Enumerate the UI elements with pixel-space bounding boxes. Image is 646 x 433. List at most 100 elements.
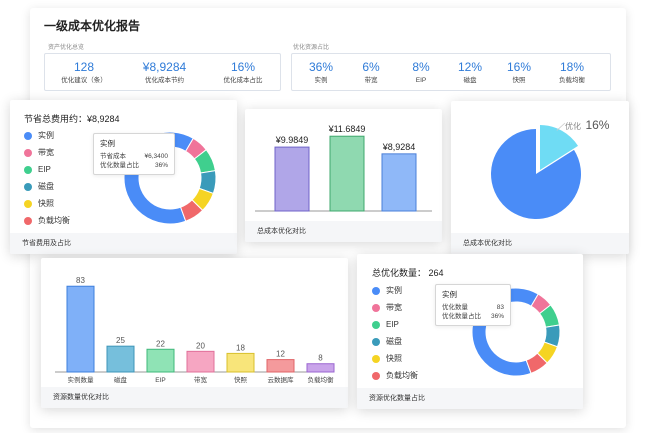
legend-dot: [372, 371, 380, 380]
legend-item[interactable]: 磁盘: [24, 178, 70, 195]
resource-count-card: 83 实例数量 25 磁盘 22 EIP 20 带宽 18 快照 12 云数据库 8 负载均衡 资源数量优…: [41, 258, 348, 408]
bar-value-label: 18: [236, 343, 245, 352]
legend-item[interactable]: 快照: [372, 350, 418, 367]
legend-dot: [372, 354, 380, 363]
bar-category-label: EIP: [155, 377, 165, 384]
legend-item[interactable]: 磁盘: [372, 333, 418, 350]
bar-category-label: 带宽: [194, 375, 208, 384]
legend-item[interactable]: EIP: [24, 161, 70, 178]
legend-dot: [24, 165, 32, 174]
legend-item[interactable]: 实例: [372, 282, 418, 299]
bar-category-label: 负载均衡: [308, 375, 335, 384]
legend-label: 带宽: [386, 303, 402, 312]
savings-card: 节省总费用约：¥8,9284 实例 带宽 EIP 磁盘 快照 负载均衡 实例 节…: [10, 100, 237, 254]
kpi-label: 优化建议（条）: [61, 77, 107, 84]
kpi-eip: 8% EIP: [400, 60, 442, 86]
legend-dot: [24, 148, 32, 157]
legend-label: 实例: [38, 131, 54, 140]
kpi-disk: 12% 磁盘: [449, 60, 491, 86]
bar-value-label: 22: [156, 339, 165, 348]
kpi-instance: 36% 实例: [300, 60, 342, 86]
bar-value-label: 8: [318, 354, 323, 363]
resource-bar[interactable]: [146, 348, 175, 373]
cost-compare-footer: 总成本优化对比: [245, 221, 442, 242]
legend-item[interactable]: 带宽: [372, 299, 418, 316]
resource-kpi-panel: 36% 实例 6% 带宽 8% EIP 12% 磁盘 16% 快照 18% 负载…: [291, 53, 611, 91]
kpi-label: 带宽: [364, 77, 378, 84]
kpi-cost-savings: ¥8,9284 优化成本节约: [127, 60, 202, 86]
kpi-value: 128: [73, 60, 95, 74]
bar-value-label: ¥8,9284: [382, 142, 416, 152]
cost-compare-card: ¥9.9849 ¥11.6849 ¥8,9284 总成本优化对比: [245, 109, 442, 242]
resource-bar-chart: 83 实例数量 25 磁盘 22 EIP 20 带宽 18 快照 12 云数据库 8 负载均衡: [55, 276, 335, 384]
bar-value-label: 20: [196, 341, 205, 350]
legend-label: 负载均衡: [386, 371, 418, 380]
tooltip-row: 节省成本 ¥6,3400: [100, 152, 168, 161]
resource-count-footer: 资源数量优化对比: [41, 387, 348, 408]
legend-label: 磁盘: [38, 182, 54, 191]
bar-category-label: 实例数量: [68, 375, 95, 384]
resource-tooltip: 实例 优化数量 83 优化数量占比 36%: [435, 284, 511, 326]
cost-bar[interactable]: [274, 146, 310, 212]
legend-label: EIP: [386, 320, 399, 329]
savings-total: 节省总费用约：¥8,9284: [24, 114, 120, 124]
kpi-label: 快照: [512, 77, 526, 84]
bar-category-label: 快照: [234, 375, 248, 384]
kpi-label: 负载均衡: [559, 77, 585, 84]
kpi-label: 实例: [314, 77, 328, 84]
bar-category-label: 云数据库: [268, 375, 295, 384]
kpi-label: 优化成本节约: [145, 77, 184, 84]
resource-bar[interactable]: [306, 363, 335, 373]
legend-label: EIP: [38, 165, 51, 174]
kpi-load-balancer: 18% 负载均衡: [546, 60, 598, 86]
resource-bar[interactable]: [226, 352, 255, 373]
report-title: 一级成本优化报告: [44, 19, 141, 33]
tooltip-label: 优化数量占比: [100, 162, 139, 169]
kpi-label: 优化成本占比: [223, 77, 263, 84]
slice-value: 16%: [585, 118, 610, 132]
legend-item[interactable]: 负载均衡: [372, 367, 418, 384]
kpi-value: 16%: [230, 60, 256, 74]
resource-bar[interactable]: [186, 350, 215, 373]
bar-value-label: 12: [276, 350, 285, 359]
legend-label: 负载均衡: [38, 216, 70, 225]
legend-item[interactable]: 负载均衡: [24, 212, 70, 229]
legend-dot: [24, 216, 32, 225]
kpi-value: 12%: [457, 60, 483, 74]
asset-kpi-panel: 128 优化建议（条） ¥8,9284 优化成本节约 16% 优化成本占比: [44, 53, 281, 91]
bar-value-label: 25: [116, 336, 125, 345]
legend-dot: [372, 337, 380, 346]
tooltip-value: 83: [496, 304, 504, 311]
resource-total: 总优化数量： 264: [372, 268, 444, 278]
tooltip-label: 优化数量占比: [442, 313, 481, 320]
tooltip-row: 优化数量 83: [442, 303, 504, 312]
bar-value-label: ¥11.6849: [328, 124, 366, 134]
kpi-value: 36%: [308, 60, 334, 74]
kpi-value: 6%: [362, 60, 380, 74]
legend-dot: [372, 303, 380, 312]
legend-dot: [24, 131, 32, 140]
cost-ratio-slice-label: 优化 16%: [565, 116, 609, 134]
kpi-bandwidth: 6% 带宽: [350, 60, 392, 86]
kpi-value: ¥8,9284: [142, 60, 187, 74]
cost-bar[interactable]: [381, 153, 417, 212]
legend-dot: [24, 182, 32, 191]
cost-bar[interactable]: [329, 135, 365, 212]
kpi-cost-ratio: 16% 优化成本占比: [208, 60, 278, 86]
legend-item[interactable]: 带宽: [24, 144, 70, 161]
resource-bar[interactable]: [106, 345, 135, 373]
legend-item[interactable]: EIP: [372, 316, 418, 333]
tooltip-label: 优化数量: [442, 304, 468, 311]
legend-item[interactable]: 快照: [24, 195, 70, 212]
resource-ratio-card: 总优化数量： 264 实例 带宽 EIP 磁盘 快照 负载均衡 实例 优化数量 8…: [357, 254, 583, 409]
cost-ratio-footer: 总成本优化对比: [451, 233, 629, 254]
resource-bar[interactable]: [66, 285, 95, 373]
kpi-value: 16%: [506, 60, 532, 74]
legend-label: 快照: [386, 354, 402, 363]
legend-item[interactable]: 实例: [24, 127, 70, 144]
tooltip-row: 优化数量占比 36%: [442, 312, 504, 321]
resource-ratio-footer: 资源优化数量占比: [357, 388, 583, 409]
tooltip-label: 节省成本: [100, 153, 126, 160]
resource-bar[interactable]: [266, 359, 295, 373]
legend-dot: [372, 320, 380, 329]
